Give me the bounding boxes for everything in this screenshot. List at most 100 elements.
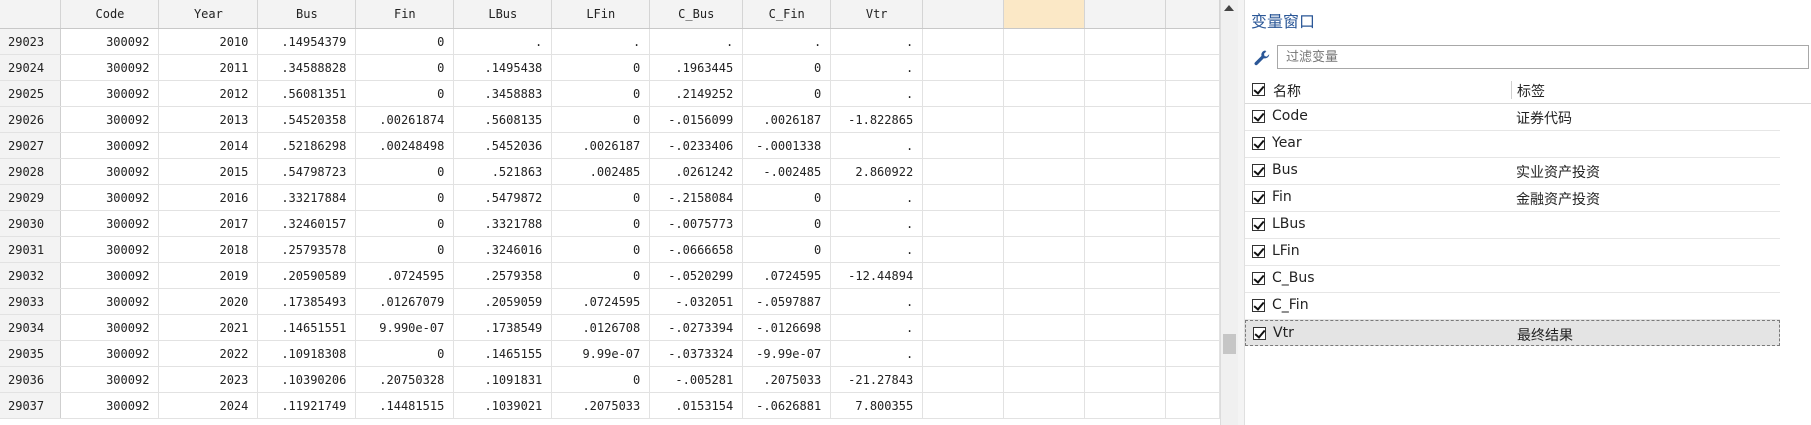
cell-c-fin[interactable]: .0026187 xyxy=(742,106,832,133)
cell-vtr[interactable]: -1.822865 xyxy=(830,106,924,133)
cell-empty[interactable] xyxy=(922,392,1005,419)
row-number[interactable]: 29037 xyxy=(0,392,62,419)
cell-empty[interactable] xyxy=(1003,54,1086,81)
variable-checkbox[interactable] xyxy=(1252,299,1265,312)
cell-fin[interactable]: 9.990e-07 xyxy=(355,314,455,341)
cell-bus[interactable]: .10390206 xyxy=(257,366,357,393)
variable-row-bus[interactable]: Bus 实业资产投资 xyxy=(1245,158,1780,185)
cell-year[interactable]: 2010 xyxy=(158,28,259,55)
cell-empty[interactable] xyxy=(1084,184,1166,211)
cell-c-bus[interactable]: -.032051 xyxy=(649,288,744,315)
cell-vtr[interactable]: . xyxy=(830,184,924,211)
row-number[interactable]: 29025 xyxy=(0,80,62,107)
cell-vtr[interactable]: -21.27843 xyxy=(830,366,924,393)
cell-empty[interactable] xyxy=(922,106,1005,133)
cell-empty[interactable] xyxy=(922,80,1005,107)
cell-c-fin[interactable]: -.0626881 xyxy=(742,392,832,419)
cell-empty[interactable] xyxy=(1084,366,1166,393)
cell-fin[interactable]: .00248498 xyxy=(355,132,455,159)
row-number[interactable]: 29035 xyxy=(0,340,62,367)
cell-empty[interactable] xyxy=(1084,132,1166,159)
cell-empty[interactable] xyxy=(922,236,1005,263)
row-number[interactable]: 29031 xyxy=(0,236,62,263)
variable-row-lbus[interactable]: LBus xyxy=(1245,212,1780,239)
cell-vtr[interactable]: . xyxy=(830,314,924,341)
cell-vtr[interactable]: . xyxy=(830,54,924,81)
cell-empty[interactable] xyxy=(1003,184,1086,211)
cell-empty[interactable] xyxy=(1165,106,1221,133)
column-header-empty-highlighted[interactable] xyxy=(1003,0,1086,29)
cell-vtr[interactable]: . xyxy=(830,80,924,107)
cell-vtr[interactable]: . xyxy=(830,28,924,55)
cell-empty[interactable] xyxy=(1003,392,1086,419)
cell-empty[interactable] xyxy=(1003,80,1086,107)
cell-code[interactable]: 300092 xyxy=(60,340,160,367)
cell-lfin[interactable]: .0126708 xyxy=(551,314,651,341)
cell-c-bus[interactable]: .0153154 xyxy=(649,392,744,419)
cell-bus[interactable]: .52186298 xyxy=(257,132,357,159)
cell-bus[interactable]: .54520358 xyxy=(257,106,357,133)
column-header-code[interactable]: Code xyxy=(60,0,160,29)
cell-empty[interactable] xyxy=(1084,80,1166,107)
cell-c-bus[interactable]: .2149252 xyxy=(649,80,744,107)
cell-c-bus[interactable]: -.0666658 xyxy=(649,236,744,263)
row-number[interactable]: 29028 xyxy=(0,158,62,185)
cell-empty[interactable] xyxy=(1165,288,1221,315)
cell-bus[interactable]: .14954379 xyxy=(257,28,357,55)
cell-year[interactable]: 2020 xyxy=(158,288,259,315)
cell-code[interactable]: 300092 xyxy=(60,236,160,263)
cell-lfin[interactable]: 9.99e-07 xyxy=(551,340,651,367)
variable-row-c-bus[interactable]: C_Bus xyxy=(1245,266,1780,293)
cell-code[interactable]: 300092 xyxy=(60,392,160,419)
cell-lbus[interactable]: .3321788 xyxy=(453,210,553,237)
cell-bus[interactable]: .33217884 xyxy=(257,184,357,211)
cell-empty[interactable] xyxy=(1003,314,1086,341)
cell-vtr[interactable]: . xyxy=(830,288,924,315)
cell-lbus[interactable]: .1738549 xyxy=(453,314,553,341)
row-number[interactable]: 29036 xyxy=(0,366,62,393)
row-number[interactable]: 29026 xyxy=(0,106,62,133)
variable-checkbox[interactable] xyxy=(1252,272,1265,285)
cell-lbus[interactable]: .3246016 xyxy=(453,236,553,263)
cell-code[interactable]: 300092 xyxy=(60,132,160,159)
cell-vtr[interactable]: . xyxy=(830,210,924,237)
row-number[interactable]: 29034 xyxy=(0,314,62,341)
cell-lfin[interactable]: 0 xyxy=(551,106,651,133)
cell-empty[interactable] xyxy=(922,158,1005,185)
cell-empty[interactable] xyxy=(1003,236,1086,263)
cell-vtr[interactable]: . xyxy=(830,132,924,159)
cell-empty[interactable] xyxy=(1165,392,1221,419)
cell-empty[interactable] xyxy=(1165,132,1221,159)
cell-empty[interactable] xyxy=(1165,314,1221,341)
cell-fin[interactable]: .14481515 xyxy=(355,392,455,419)
cell-vtr[interactable]: 2.860922 xyxy=(830,158,924,185)
cell-lbus[interactable]: .1495438 xyxy=(453,54,553,81)
cell-empty[interactable] xyxy=(922,262,1005,289)
cell-c-bus[interactable]: -.0520299 xyxy=(649,262,744,289)
cell-empty[interactable] xyxy=(1084,106,1166,133)
cell-lbus[interactable]: .2059059 xyxy=(453,288,553,315)
variable-row-year[interactable]: Year xyxy=(1245,131,1780,158)
cell-empty[interactable] xyxy=(1084,158,1166,185)
cell-fin[interactable]: 0 xyxy=(355,158,455,185)
cell-year[interactable]: 2015 xyxy=(158,158,259,185)
column-header-lbus[interactable]: LBus xyxy=(453,0,553,29)
cell-empty[interactable] xyxy=(1084,210,1166,237)
cell-empty[interactable] xyxy=(1003,340,1086,367)
cell-lfin[interactable]: 0 xyxy=(551,54,651,81)
cell-lbus[interactable]: .1039021 xyxy=(453,392,553,419)
cell-empty[interactable] xyxy=(1165,340,1221,367)
cell-empty[interactable] xyxy=(922,340,1005,367)
cell-year[interactable]: 2022 xyxy=(158,340,259,367)
variable-checkbox[interactable] xyxy=(1252,137,1265,150)
header-divider[interactable] xyxy=(1511,81,1512,99)
row-number[interactable]: 29027 xyxy=(0,132,62,159)
cell-empty[interactable] xyxy=(1003,262,1086,289)
cell-fin[interactable]: 0 xyxy=(355,54,455,81)
column-header-empty[interactable] xyxy=(1084,0,1166,29)
filter-variables-input[interactable] xyxy=(1277,45,1809,69)
cell-lfin[interactable]: 0 xyxy=(551,236,651,263)
wrench-icon[interactable] xyxy=(1252,48,1272,68)
cell-fin[interactable]: .0724595 xyxy=(355,262,455,289)
cell-empty[interactable] xyxy=(1003,132,1086,159)
